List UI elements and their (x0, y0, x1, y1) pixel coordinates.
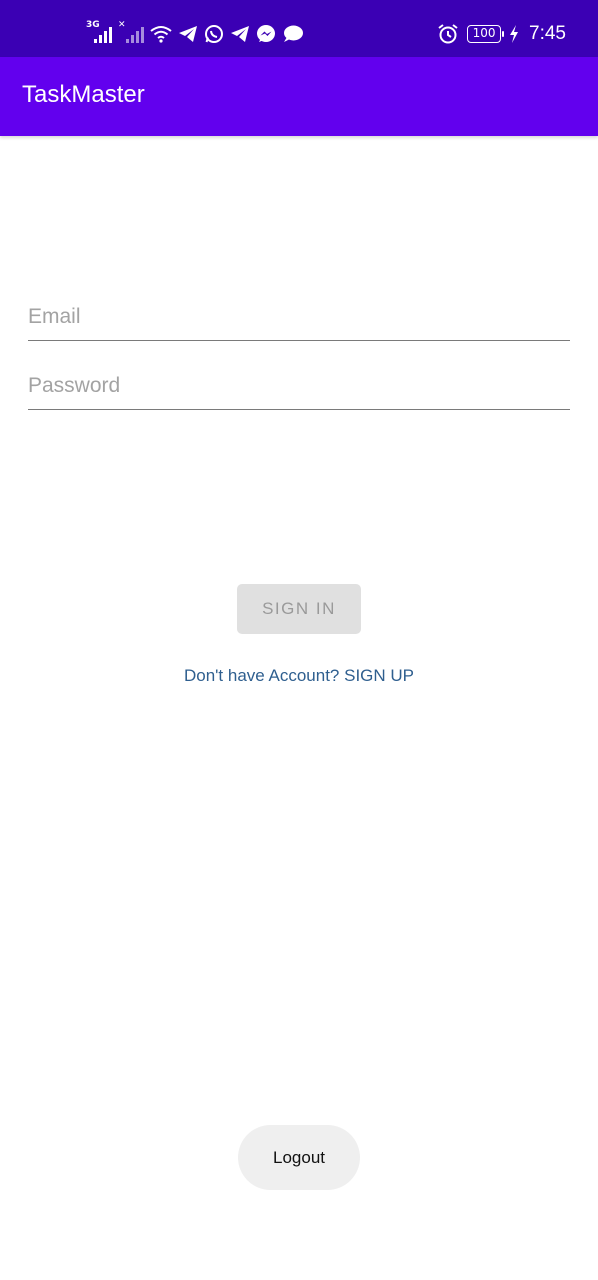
app-title: TaskMaster (22, 81, 145, 108)
sign-in-button[interactable]: SIGN IN (237, 584, 361, 634)
status-bar: 3G ✕ 100 7:45 (0, 0, 598, 57)
whatsapp-icon (205, 25, 223, 43)
sign-up-link[interactable]: Don't have Account? SIGN UP (0, 666, 598, 686)
telegram-icon (231, 26, 249, 42)
alarm-icon (438, 24, 458, 44)
logout-button[interactable]: Logout (238, 1125, 360, 1190)
password-field[interactable] (28, 366, 570, 410)
messenger-icon (257, 25, 275, 42)
status-icons-right: 100 7:45 (437, 20, 566, 48)
clock-time: 7:45 (529, 23, 566, 44)
telegram-icon (179, 26, 197, 42)
charging-bolt-icon (510, 25, 519, 43)
signal-no-service-icon: ✕ (118, 21, 144, 45)
chat-bubble-icon (284, 25, 303, 42)
signal-3g-icon: 3G (86, 21, 112, 45)
status-icons-left: 3G ✕ (86, 20, 304, 48)
wifi-icon (150, 26, 172, 43)
battery-icon: 100 (467, 25, 505, 43)
app-bar: TaskMaster (0, 57, 598, 136)
email-field[interactable] (28, 297, 570, 341)
